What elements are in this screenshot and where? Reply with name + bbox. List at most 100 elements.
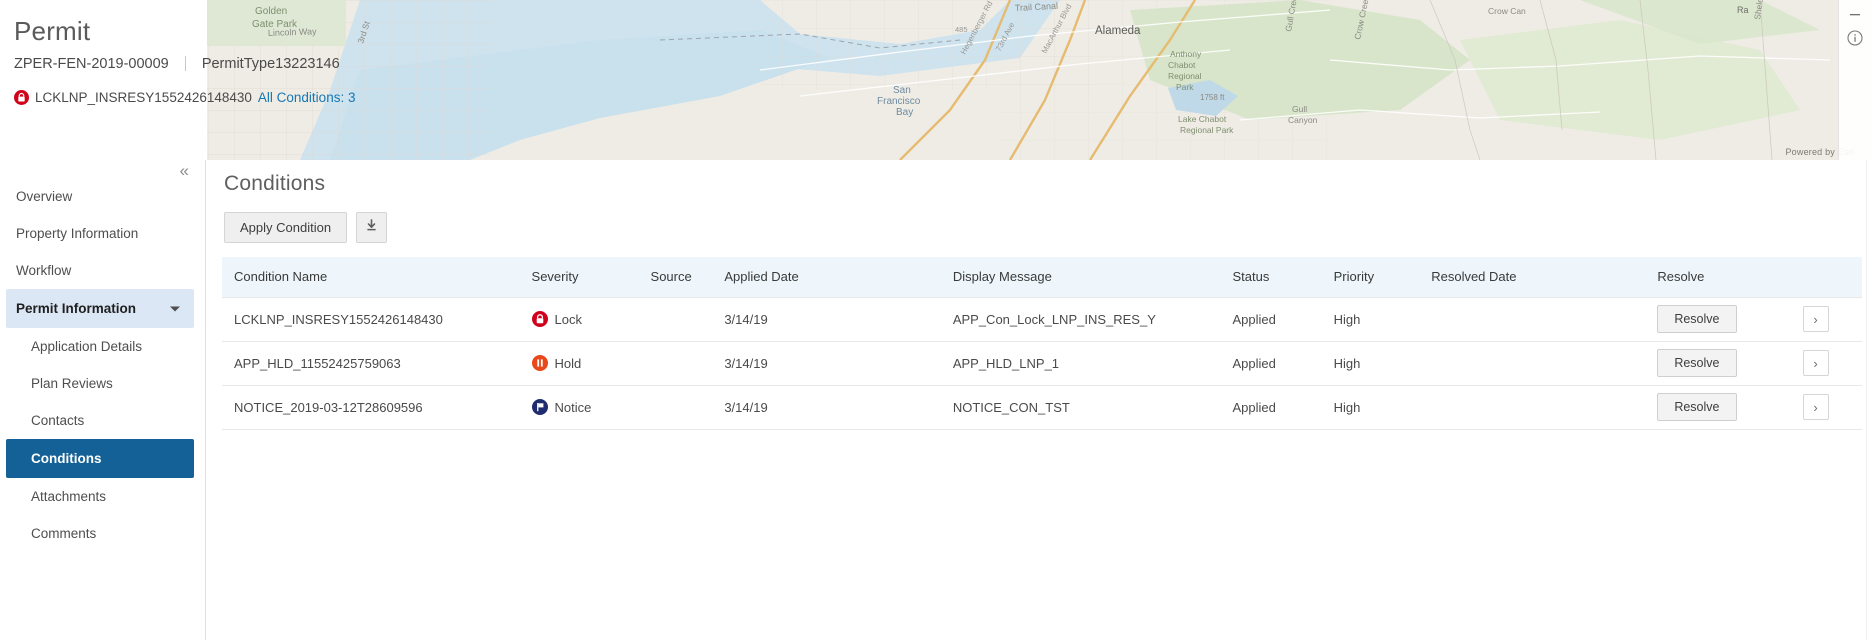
table-row[interactable]: LCKLNP_INSRESY1552426148430 Lock 3/14/19 AP… (222, 296, 1862, 342)
resolve-button[interactable]: Resolve (1657, 349, 1737, 377)
cell-resolve: Resolve (1645, 341, 1791, 386)
sidebar-item-label: Workflow (16, 263, 72, 278)
all-conditions-link[interactable]: All Conditions: 3 (258, 90, 356, 105)
table-row[interactable]: NOTICE_2019-03-12T28609596 Notice 3/14/19 N… (222, 385, 1862, 430)
cell-expand: › (1790, 296, 1862, 342)
body-area: « Overview Property Information Workflow Pe… (0, 160, 1872, 640)
apply-condition-button[interactable]: Apply Condition (224, 212, 348, 243)
sidebar-item-label: Attachments (31, 489, 107, 504)
svg-text:Canyon: Canyon (1288, 115, 1318, 125)
map-image[interactable]: Alameda Trail Canal Golden Gate Park Lin… (0, 0, 1872, 160)
conditions-table: Condition Name Severity Source Applied Date… (222, 257, 1862, 430)
svg-text:1758 ft: 1758 ft (1200, 93, 1225, 102)
sidebar-item-property-information[interactable]: Property Information (0, 215, 206, 252)
svg-text:San: San (893, 85, 911, 96)
download-button[interactable] (356, 212, 388, 243)
column-header-condition-name[interactable]: Condition Name (222, 257, 520, 297)
cell-expand: › (1790, 341, 1862, 386)
cell-display-message: APP_Con_Lock_LNP_INS_RES_Y (940, 296, 1221, 342)
cell-severity: Hold (519, 341, 639, 386)
svg-text:Lincoln Way: Lincoln Way (268, 26, 318, 38)
map-banner[interactable]: Alameda Trail Canal Golden Gate Park Lin… (0, 0, 1872, 160)
cell-severity: Lock (519, 296, 639, 342)
sidebar-item-conditions[interactable]: Conditions (6, 439, 194, 478)
cell-source (638, 385, 713, 430)
svg-text:Regional: Regional (1168, 71, 1202, 81)
table-header-row: Condition Name Severity Source Applied Date… (222, 257, 1862, 297)
chevron-right-icon[interactable]: › (1802, 350, 1829, 376)
main-content: Conditions Apply Condition Condition Nam… (206, 160, 1872, 640)
column-header-priority[interactable]: Priority (1321, 257, 1420, 297)
column-header-resolved-date[interactable]: Resolved Date (1419, 257, 1646, 297)
table-row[interactable]: APP_HLD_11552425759063 Hold 3/14/19 APP_HLD… (222, 341, 1862, 386)
sidebar-item-workflow[interactable]: Workflow (0, 252, 206, 289)
cell-resolved-date (1419, 296, 1646, 342)
window-chrome (1838, 0, 1872, 160)
column-header-source[interactable]: Source (638, 257, 713, 297)
chevron-right-icon[interactable]: › (1802, 394, 1829, 420)
sidebar: « Overview Property Information Workflow Pe… (0, 160, 206, 640)
chevron-right-icon[interactable]: › (1802, 306, 1829, 332)
sidebar-item-plan-reviews[interactable]: Plan Reviews (0, 365, 206, 402)
cell-expand: › (1790, 385, 1862, 430)
hold-icon (531, 355, 548, 371)
sidebar-item-overview[interactable]: Overview (0, 178, 206, 215)
cell-status: Applied (1220, 296, 1322, 342)
cell-priority: High (1321, 385, 1420, 430)
download-icon (364, 218, 379, 238)
column-header-severity[interactable]: Severity (519, 257, 639, 297)
cell-display-message: NOTICE_CON_TST (940, 385, 1221, 430)
severity-wrapper: Notice (531, 399, 639, 415)
cell-source (638, 341, 713, 386)
cell-resolved-date (1419, 385, 1646, 430)
cell-severity: Notice (519, 385, 639, 430)
cell-resolve: Resolve (1645, 296, 1791, 342)
sidebar-nav-list: Overview Property Information Workflow Perm… (0, 178, 206, 552)
resolve-button[interactable]: Resolve (1657, 393, 1737, 421)
conditions-toolbar: Apply Condition (224, 212, 1872, 243)
resolve-button[interactable]: Resolve (1657, 305, 1737, 333)
lock-badge-icon (14, 90, 29, 105)
severity-label: Hold (554, 355, 582, 371)
sidebar-item-permit-information[interactable]: Permit Information (6, 289, 194, 328)
column-header-actions[interactable] (1790, 257, 1862, 297)
sidebar-item-contacts[interactable]: Contacts (0, 402, 206, 439)
svg-text:Lake Chabot: Lake Chabot (1178, 114, 1227, 124)
column-header-applied-date[interactable]: Applied Date (712, 257, 941, 297)
column-header-resolve[interactable]: Resolve (1645, 257, 1791, 297)
sidebar-item-label: Application Details (31, 339, 143, 354)
svg-text:Chabot: Chabot (1168, 60, 1196, 70)
sidebar-item-application-details[interactable]: Application Details (0, 328, 206, 365)
severity-label: Notice (554, 399, 592, 415)
sidebar-item-attachments[interactable]: Attachments (0, 478, 206, 515)
header-condition-row: LCKLNP_INSRESY1552426148430 All Conditio… (14, 90, 355, 105)
sidebar-item-label: Contacts (31, 413, 85, 428)
permit-number: ZPER-FEN-2019-00009 (14, 56, 169, 72)
permit-type: PermitType13223146 (201, 56, 340, 72)
minimize-icon[interactable] (1847, 6, 1863, 22)
sidebar-item-label: Overview (16, 189, 73, 204)
sidebar-item-label: Comments (31, 526, 97, 541)
svg-text:Gull: Gull (1292, 104, 1307, 114)
column-header-display-message[interactable]: Display Message (940, 257, 1221, 297)
permit-subtitle: ZPER-FEN-2019-00009 PermitType13223146 (14, 56, 340, 72)
svg-text:Regional Park: Regional Park (1180, 125, 1234, 135)
sidebar-item-comments[interactable]: Comments (0, 515, 206, 552)
severity-wrapper: Lock (531, 311, 639, 327)
cell-status: Applied (1220, 385, 1322, 430)
svg-text:Park: Park (1176, 82, 1194, 92)
cell-applied-date: 3/14/19 (712, 341, 941, 386)
page-title: Permit (14, 16, 91, 46)
info-icon[interactable] (1847, 30, 1863, 46)
table-body: LCKLNP_INSRESY1552426148430 Lock 3/14/19 AP… (222, 296, 1862, 430)
svg-text:Golden: Golden (255, 6, 287, 17)
cell-applied-date: 3/14/19 (712, 385, 941, 430)
svg-text:485: 485 (955, 25, 968, 34)
column-header-status[interactable]: Status (1220, 257, 1322, 297)
cell-condition-name: LCKLNP_INSRESY1552426148430 (222, 296, 520, 342)
right-edge (1866, 160, 1872, 640)
svg-text:Ra: Ra (1737, 5, 1749, 15)
cell-display-message: APP_HLD_LNP_1 (940, 341, 1221, 386)
cell-priority: High (1321, 296, 1420, 342)
cell-resolve: Resolve (1645, 385, 1791, 430)
